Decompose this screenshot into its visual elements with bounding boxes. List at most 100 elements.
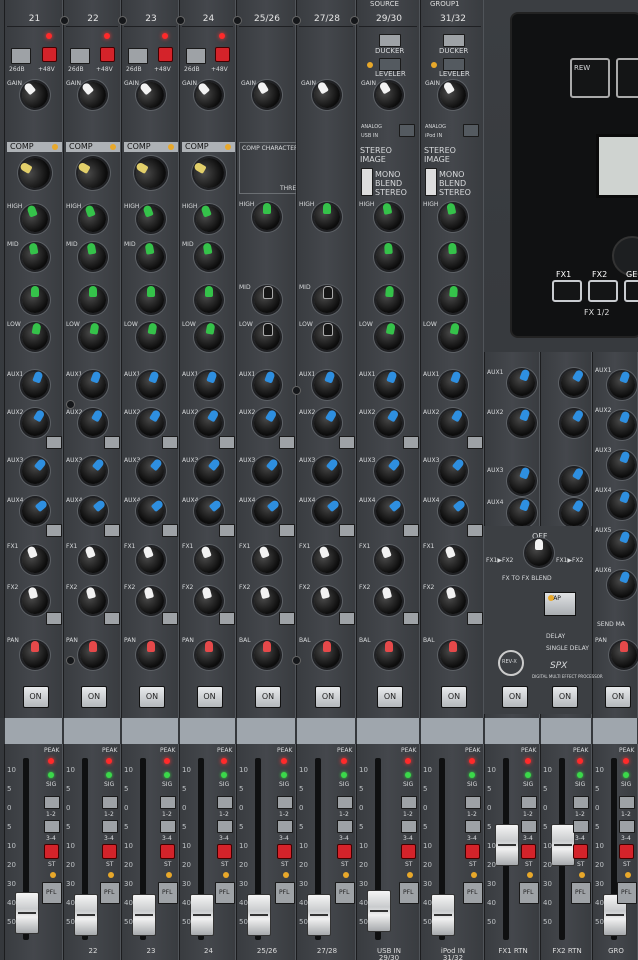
- channel-on-button[interactable]: ON: [81, 686, 107, 708]
- bus-12-switch[interactable]: [217, 796, 233, 809]
- bus-12-switch[interactable]: [102, 796, 118, 809]
- eq-low-knob[interactable]: [314, 323, 340, 350]
- fx-blend-knob[interactable]: [526, 539, 552, 566]
- channel-fader[interactable]: [307, 894, 331, 936]
- analog-select-switch[interactable]: [463, 124, 479, 137]
- eq-mid-freq-knob[interactable]: [21, 286, 48, 313]
- aux4-pre-switch[interactable]: [279, 524, 295, 537]
- bus-12-switch[interactable]: [573, 796, 589, 809]
- fx-pre-switch[interactable]: [279, 612, 295, 625]
- eq-mid-freq-knob[interactable]: [439, 285, 467, 314]
- bus-34-switch[interactable]: [465, 820, 481, 833]
- fx1-send-knob[interactable]: [191, 543, 226, 577]
- comp-knob[interactable]: [130, 152, 172, 194]
- ducker-switch[interactable]: [379, 34, 401, 47]
- aux2-send-knob[interactable]: [435, 405, 471, 441]
- phantom-switch[interactable]: [158, 47, 173, 62]
- bus-34-switch[interactable]: [277, 820, 293, 833]
- stereo-assign-switch[interactable]: [217, 844, 232, 859]
- channel-on-button[interactable]: ON: [139, 686, 165, 708]
- eq-high-knob[interactable]: [373, 201, 405, 233]
- eq-low-knob[interactable]: [19, 321, 50, 353]
- channel-on-button[interactable]: ON: [441, 686, 467, 708]
- eq-mid-freq-knob[interactable]: [375, 285, 403, 314]
- gain-knob[interactable]: [435, 77, 471, 113]
- eq-mid-freq-knob[interactable]: [138, 286, 164, 313]
- eq-high-knob[interactable]: [437, 201, 469, 233]
- channel-on-button[interactable]: ON: [255, 686, 281, 708]
- aux4-send-knob[interactable]: [370, 492, 408, 530]
- fx2-send-knob[interactable]: [373, 585, 405, 617]
- stereo-image-switch[interactable]: [361, 168, 373, 196]
- pan-knob[interactable]: [21, 641, 48, 668]
- fx1-aux3-knob[interactable]: [505, 464, 539, 498]
- fx2-aux2-knob[interactable]: [556, 405, 592, 441]
- fx2-on-button[interactable]: ON: [552, 686, 578, 708]
- channel-fader[interactable]: [15, 892, 39, 934]
- eq-mid-knob[interactable]: [193, 241, 224, 273]
- fx-pre-switch[interactable]: [219, 612, 235, 625]
- pan-knob[interactable]: [440, 641, 466, 668]
- fx1-send-knob[interactable]: [134, 543, 168, 577]
- bus-12-switch[interactable]: [337, 796, 353, 809]
- pad-switch[interactable]: [70, 48, 90, 64]
- aux3-send-knob[interactable]: [370, 452, 408, 490]
- bus-34-switch[interactable]: [102, 820, 118, 833]
- eq-mid-knob[interactable]: [19, 241, 50, 273]
- eq-high-knob[interactable]: [254, 203, 280, 230]
- stereo-assign-switch[interactable]: [521, 844, 536, 859]
- comp-knob[interactable]: [14, 152, 55, 194]
- pad-switch[interactable]: [186, 48, 206, 64]
- comp-knob[interactable]: [72, 152, 114, 194]
- phantom-switch[interactable]: [215, 47, 230, 62]
- eq-high-knob[interactable]: [314, 203, 340, 230]
- eq-mid-knob[interactable]: [254, 286, 280, 313]
- stereo-assign-switch[interactable]: [102, 844, 117, 859]
- fx-pre-switch[interactable]: [46, 612, 62, 625]
- aux2-pre-switch[interactable]: [279, 436, 295, 449]
- fx2-button[interactable]: [588, 280, 618, 302]
- bus-34-switch[interactable]: [44, 820, 60, 833]
- aux4-send-knob[interactable]: [434, 492, 472, 530]
- eq-low-knob[interactable]: [135, 321, 167, 353]
- fx1-aux2-knob[interactable]: [505, 406, 539, 440]
- aux4-pre-switch[interactable]: [219, 524, 235, 537]
- aux4-pre-switch[interactable]: [403, 524, 419, 537]
- aux2-pre-switch[interactable]: [104, 436, 120, 449]
- channel-fader[interactable]: [247, 894, 271, 936]
- fx-pre-switch[interactable]: [162, 612, 178, 625]
- channel-fader[interactable]: [495, 824, 519, 866]
- channel-fader[interactable]: [74, 894, 98, 936]
- eq-high-knob[interactable]: [17, 202, 52, 236]
- aux2-pre-switch[interactable]: [467, 436, 483, 449]
- stereo-assign-switch[interactable]: [573, 844, 588, 859]
- aux2-pre-switch[interactable]: [403, 436, 419, 449]
- aux1-send-knob[interactable]: [436, 368, 470, 402]
- fx1-on-button[interactable]: ON: [502, 686, 528, 708]
- aux1-send-knob[interactable]: [372, 368, 406, 402]
- aux4-pre-switch[interactable]: [46, 524, 62, 537]
- stereo-assign-switch[interactable]: [277, 844, 292, 859]
- pan-knob[interactable]: [80, 641, 106, 668]
- phantom-switch[interactable]: [100, 47, 115, 62]
- channel-on-button[interactable]: ON: [315, 686, 341, 708]
- fx2-aux3-knob[interactable]: [556, 463, 592, 499]
- bus-34-switch[interactable]: [521, 820, 537, 833]
- pan-knob[interactable]: [254, 641, 280, 668]
- play-button[interactable]: [616, 58, 638, 98]
- bus-12-switch[interactable]: [277, 796, 293, 809]
- bus-12-switch[interactable]: [619, 796, 635, 809]
- eq-mid-knob[interactable]: [314, 286, 340, 313]
- fx-pre-switch[interactable]: [104, 612, 120, 625]
- bus-12-switch[interactable]: [401, 796, 417, 809]
- analog-select-switch[interactable]: [399, 124, 415, 137]
- comp-knob[interactable]: [188, 152, 229, 194]
- eq-mid-freq-knob[interactable]: [195, 286, 222, 313]
- stereo-assign-switch[interactable]: [619, 844, 634, 859]
- aux2-pre-switch[interactable]: [339, 436, 355, 449]
- fx1-button[interactable]: [552, 280, 582, 302]
- pad-switch[interactable]: [128, 48, 148, 64]
- fx1-send-knob[interactable]: [17, 543, 52, 577]
- fx1-send-knob[interactable]: [372, 543, 406, 577]
- eq-mid-knob[interactable]: [77, 241, 109, 273]
